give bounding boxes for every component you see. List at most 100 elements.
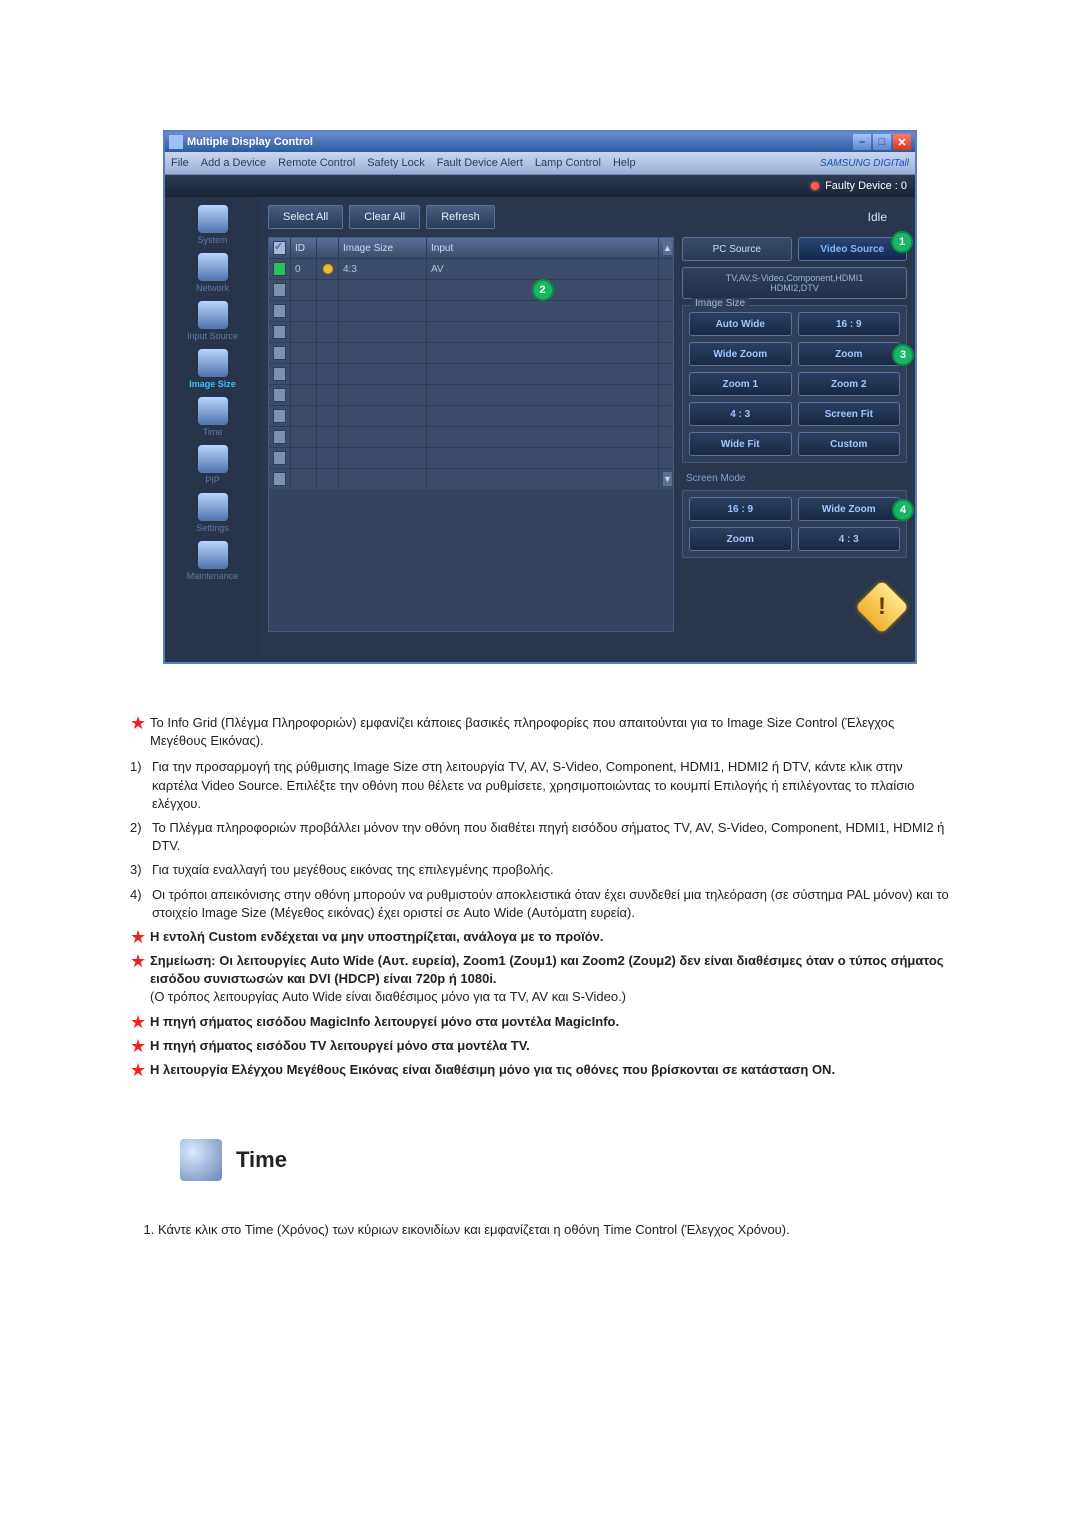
row-checkbox[interactable]	[273, 283, 286, 297]
note-intro: Το Info Grid (Πλέγμα Πληροφοριών) εμφανί…	[150, 714, 950, 750]
time-item-1: Κάντε κλικ στο Time (Χρόνος) των κύριων …	[158, 1221, 950, 1239]
grid-row[interactable]	[269, 405, 673, 426]
row-checkbox[interactable]	[273, 325, 286, 339]
grid-row[interactable]	[269, 321, 673, 342]
grid-row[interactable]	[269, 426, 673, 447]
row-checkbox[interactable]	[273, 472, 286, 486]
cell-input: AV	[427, 259, 659, 279]
menu-add-device[interactable]: Add a Device	[201, 157, 266, 169]
select-all-button[interactable]: Select All	[268, 205, 343, 229]
menu-safety-lock[interactable]: Safety Lock	[367, 157, 424, 169]
source-tabs: PC Source Video Source 1	[682, 237, 907, 261]
top-button-row: Select All Clear All Refresh Idle	[268, 205, 907, 229]
grid-row[interactable]: 2	[269, 279, 673, 300]
clear-all-button[interactable]: Clear All	[349, 205, 420, 229]
minimize-button[interactable]: –	[853, 134, 871, 150]
time-icon	[198, 397, 228, 425]
opt-16-9[interactable]: 16 : 9	[798, 312, 901, 336]
sidebar-item-time[interactable]: Time	[173, 397, 253, 437]
sm-zoom[interactable]: Zoom	[689, 527, 792, 551]
section-time-title: Time	[236, 1145, 287, 1176]
header-image-size[interactable]: Image Size	[339, 238, 427, 258]
badge-4-icon: 4	[892, 499, 914, 521]
opt-custom[interactable]: Custom	[798, 432, 901, 456]
star-icon: ★	[130, 1013, 150, 1031]
app-window: Multiple Display Control – □ ✕ File Add …	[163, 130, 917, 664]
sidebar-item-pip[interactable]: PIP	[173, 445, 253, 485]
pip-icon	[198, 445, 228, 473]
source-note: TV,AV,S-Video,Component,HDMI1 HDMI2,DTV	[682, 267, 907, 299]
sidebar-item-image-size[interactable]: Image Size	[173, 349, 253, 389]
badge-2-icon: 2	[532, 279, 554, 301]
row-checkbox[interactable]	[273, 367, 286, 381]
sidebar-item-network[interactable]: Network	[173, 253, 253, 293]
sidebar-item-system[interactable]: System	[173, 205, 253, 245]
opt-zoom[interactable]: Zoom	[798, 342, 901, 366]
header-input[interactable]: Input	[427, 238, 659, 258]
alert-icon: !	[857, 582, 907, 632]
pc-source-tab[interactable]: PC Source	[682, 237, 792, 261]
opt-wide-fit[interactable]: Wide Fit	[689, 432, 792, 456]
opt-screen-fit[interactable]: Screen Fit	[798, 402, 901, 426]
sidebar-item-input-source[interactable]: Input Source	[173, 301, 253, 341]
header-status[interactable]	[317, 238, 339, 258]
screen-mode-group: 16 : 9 Wide Zoom 4 Zoom 4 : 3	[682, 490, 907, 558]
grid-row[interactable]	[269, 342, 673, 363]
sm-wide-zoom[interactable]: Wide Zoom	[798, 497, 901, 521]
row-checkbox[interactable]	[273, 430, 286, 444]
sm-4-3[interactable]: 4 : 3	[798, 527, 901, 551]
faulty-device-bar: Faulty Device : 0	[165, 175, 915, 197]
grid-row[interactable]	[269, 363, 673, 384]
scrollbar-down[interactable]: ▼	[659, 469, 673, 489]
menu-lamp-control[interactable]: Lamp Control	[535, 157, 601, 169]
image-size-icon	[198, 349, 228, 377]
maximize-button[interactable]: □	[873, 134, 891, 150]
section-time-icon	[180, 1139, 222, 1181]
image-size-legend: Image Size	[691, 298, 749, 309]
sidebar-item-maintenance[interactable]: Maintenance	[173, 541, 253, 581]
menu-help[interactable]: Help	[613, 157, 636, 169]
row-checkbox[interactable]	[273, 262, 286, 276]
opt-wide-zoom[interactable]: Wide Zoom	[689, 342, 792, 366]
sidebar-item-settings[interactable]: Settings	[173, 493, 253, 533]
note-tv: Η πηγή σήματος εισόδου TV λειτουργεί μόν…	[150, 1037, 950, 1055]
maintenance-icon	[198, 541, 228, 569]
menu-fault-alert[interactable]: Fault Device Alert	[437, 157, 523, 169]
opt-zoom1[interactable]: Zoom 1	[689, 372, 792, 396]
refresh-button[interactable]: Refresh	[426, 205, 495, 229]
faulty-device-label: Faulty Device : 0	[825, 180, 907, 192]
screen-mode-legend: Screen Mode	[682, 473, 907, 484]
scrollbar-up[interactable]: ▲	[659, 238, 673, 258]
menu-file[interactable]: File	[171, 157, 189, 169]
note-zoom-paren: (Ο τρόπος λειτουργίας Auto Wide είναι δι…	[150, 989, 626, 1004]
sidebar: System Network Input Source Image Size T…	[165, 197, 260, 662]
note-2: Το Πλέγμα πληροφοριών προβάλλει μόνον τη…	[152, 819, 950, 855]
row-checkbox[interactable]	[273, 451, 286, 465]
grid-row[interactable]	[269, 300, 673, 321]
menu-remote-control[interactable]: Remote Control	[278, 157, 355, 169]
opt-auto-wide[interactable]: Auto Wide	[689, 312, 792, 336]
grid-row[interactable]: ▼	[269, 468, 673, 489]
note-magicinfo: Η πηγή σήματος εισόδου MagicInfo λειτουρ…	[150, 1013, 950, 1031]
grid-row[interactable]: 0 4:3 AV	[269, 258, 673, 279]
close-button[interactable]: ✕	[893, 134, 911, 150]
row-checkbox[interactable]	[273, 388, 286, 402]
row-checkbox[interactable]	[273, 304, 286, 318]
opt-4-3[interactable]: 4 : 3	[689, 402, 792, 426]
row-checkbox[interactable]	[273, 346, 286, 360]
control-panel: PC Source Video Source 1 TV,AV,S-Video,C…	[682, 237, 907, 632]
note-1: Για την προσαρμογή της ρύθμισης Image Si…	[152, 758, 950, 813]
menubar: File Add a Device Remote Control Safety …	[165, 152, 915, 175]
app-icon	[169, 135, 183, 149]
grid-row[interactable]	[269, 447, 673, 468]
note-4: Οι τρόποι απεικόνισης στην οθόνη μπορούν…	[152, 886, 950, 922]
grid-row[interactable]	[269, 384, 673, 405]
sm-16-9[interactable]: 16 : 9	[689, 497, 792, 521]
star-icon: ★	[130, 1061, 150, 1079]
opt-zoom2[interactable]: Zoom 2	[798, 372, 901, 396]
header-check[interactable]	[269, 238, 291, 258]
header-id[interactable]: ID	[291, 238, 317, 258]
row-checkbox[interactable]	[273, 409, 286, 423]
note-on: Η λειτουργία Ελέγχου Μεγέθους Εικόνας εί…	[150, 1061, 950, 1079]
numbered-list: 1)Για την προσαρμογή της ρύθμισης Image …	[130, 758, 950, 922]
